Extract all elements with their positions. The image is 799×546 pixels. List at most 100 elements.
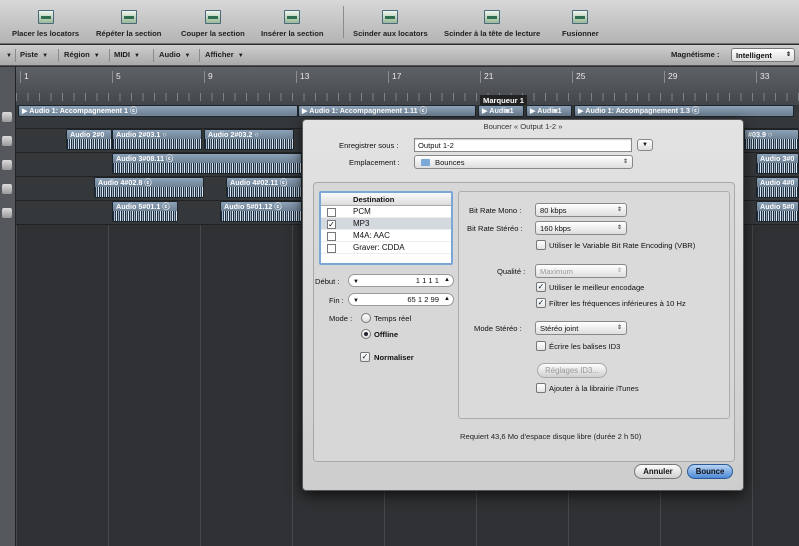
split-locators-button[interactable]: Scinder aux locators bbox=[353, 2, 428, 42]
menu-view[interactable]: Afficher ▼ bbox=[205, 50, 244, 59]
menu-separator bbox=[153, 49, 154, 62]
audio-region[interactable]: ▶ Audi◙1 bbox=[526, 105, 572, 117]
merge-button[interactable]: Fusionner bbox=[562, 2, 599, 42]
mode-realtime-radio[interactable] bbox=[361, 313, 371, 323]
audio-region[interactable]: Audio 2#03.1 ○ bbox=[112, 129, 202, 150]
destination-checkbox[interactable]: ✓ bbox=[327, 220, 336, 229]
bounce-button[interactable]: Bounce bbox=[687, 464, 733, 479]
audio-region[interactable]: ▶ Audio 1: Accompagnement 1 ⓒ bbox=[18, 105, 298, 117]
menu-region-label: Région bbox=[64, 50, 90, 59]
menu-track[interactable]: Piste ▼ bbox=[20, 50, 48, 59]
audio-region[interactable]: Audio 4#02.11 ⓒ bbox=[226, 177, 302, 198]
location-value: Bounces bbox=[435, 158, 465, 167]
region-name: Audio 2#0 bbox=[67, 130, 111, 139]
normalize-checkbox[interactable]: ✓ bbox=[360, 352, 370, 362]
waveform bbox=[205, 139, 293, 149]
cut-section-icon bbox=[204, 10, 221, 24]
itunes-checkbox[interactable] bbox=[536, 383, 546, 393]
end-position-field[interactable]: ▼ 65 1 2 99 ▲ bbox=[348, 293, 454, 306]
snap-select[interactable]: Intelligent ⇕ bbox=[731, 48, 795, 62]
chevron-down-icon: ▼ bbox=[353, 279, 359, 285]
destination-checkbox[interactable] bbox=[327, 244, 336, 253]
audio-region[interactable]: Audio 2#0 bbox=[66, 129, 112, 150]
split-playhead-button[interactable]: Scinder à la tête de lecture bbox=[444, 2, 540, 42]
bitrate-stereo-select[interactable]: 160 kbps ⇕ bbox=[535, 221, 627, 235]
track-header-strip bbox=[0, 67, 16, 546]
filter-low-freq-checkbox[interactable]: ✓ bbox=[536, 298, 546, 308]
repeat-section-button[interactable]: Répéter la section bbox=[96, 2, 161, 42]
waveform bbox=[757, 163, 798, 173]
waveform bbox=[67, 139, 111, 149]
location-label: Emplacement : bbox=[349, 158, 400, 167]
menu-separator bbox=[15, 49, 16, 62]
expand-save-dialog-button[interactable]: ▼ bbox=[637, 139, 653, 151]
menu-audio[interactable]: Audio ▼ bbox=[159, 50, 190, 59]
audio-region[interactable]: Audio 4#0 bbox=[756, 177, 799, 198]
bitrate-mono-label: Bit Rate Mono : bbox=[469, 206, 522, 215]
destination-name: M4A: AAC bbox=[353, 231, 390, 240]
ruler-ticks bbox=[16, 93, 799, 101]
audio-region[interactable]: Audio 4#02.8 ⓒ bbox=[94, 177, 204, 198]
audio-region[interactable]: #03.9 ○ bbox=[744, 129, 799, 150]
destination-row-m4a[interactable]: M4A: AAC bbox=[321, 230, 451, 242]
cut-section-button[interactable]: Couper la section bbox=[181, 2, 245, 42]
insert-section-label: Insérer la section bbox=[261, 29, 324, 38]
quality-select[interactable]: Maximum ⇕ bbox=[535, 264, 627, 278]
cut-section-label: Couper la section bbox=[181, 29, 245, 38]
repeat-section-label: Répéter la section bbox=[96, 29, 162, 38]
dialog-title: Bouncer « Output 1-2 » bbox=[483, 122, 563, 131]
set-locators-label: Placer les locators bbox=[12, 29, 80, 38]
start-position-field[interactable]: ▼ 1 1 1 1 ▲ bbox=[348, 274, 454, 287]
audio-region[interactable]: Audio 3#08.11 ⓒ bbox=[112, 153, 302, 174]
snap-value: Intelligent bbox=[736, 51, 772, 60]
vbr-checkbox[interactable] bbox=[536, 240, 546, 250]
id3-checkbox[interactable] bbox=[536, 341, 546, 351]
chevron-down-icon: ▼ bbox=[42, 53, 49, 59]
track-button[interactable] bbox=[2, 208, 12, 218]
destination-checkbox[interactable] bbox=[327, 232, 336, 241]
bar-ruler[interactable]: 1 5 9 13 17 21 25 29 33 bbox=[16, 67, 799, 105]
menu-leading-arrow[interactable]: ▼ bbox=[2, 50, 12, 59]
menu-view-label: Afficher bbox=[205, 50, 234, 59]
menu-region[interactable]: Région ▼ bbox=[64, 50, 100, 59]
region-name: ▶ Audio 1: Accompagnement 1 ⓒ bbox=[19, 106, 297, 115]
destination-row-mp3[interactable]: ✓ MP3 bbox=[321, 218, 451, 230]
chevron-down-icon: ▼ bbox=[642, 142, 648, 148]
audio-region[interactable]: Audio 3#0 bbox=[756, 153, 799, 174]
stereo-mode-select[interactable]: Stéréo joint ⇕ bbox=[535, 321, 627, 335]
end-label: Fin : bbox=[329, 296, 344, 305]
destination-checkbox[interactable] bbox=[327, 208, 336, 217]
mode-offline-radio[interactable] bbox=[361, 329, 371, 339]
menu-midi[interactable]: MIDI ▼ bbox=[114, 50, 140, 59]
audio-region[interactable]: Audio 5#01.12 ⓒ bbox=[220, 201, 302, 222]
bitrate-mono-value: 80 kbps bbox=[540, 206, 567, 215]
audio-region[interactable]: ▶ Audio 1: Accompagnement 1.3 ⓒ bbox=[574, 105, 794, 117]
region-name: Audio 4#02.11 ⓒ bbox=[227, 178, 301, 187]
bitrate-stereo-value: 160 kbps bbox=[540, 224, 571, 233]
audio-region[interactable]: ▶ Audi◙1 bbox=[478, 105, 524, 117]
destination-row-pcm[interactable]: PCM bbox=[321, 206, 451, 218]
track-button[interactable] bbox=[2, 136, 12, 146]
audio-region[interactable]: Audio 5#01.1 ⓒ bbox=[112, 201, 178, 222]
cancel-button[interactable]: Annuler bbox=[634, 464, 682, 479]
best-encoding-checkbox[interactable]: ✓ bbox=[536, 282, 546, 292]
chevron-down-icon: ▼ bbox=[237, 53, 244, 59]
best-encoding-label: Utiliser le meilleur encodage bbox=[549, 283, 645, 292]
stepper-icon: ▲ bbox=[444, 277, 450, 283]
id3-settings-button[interactable]: Réglages ID3... bbox=[537, 363, 607, 378]
region-name: Audio 2#03.1 ○ bbox=[113, 130, 201, 139]
bitrate-mono-select[interactable]: 80 kbps ⇕ bbox=[535, 203, 627, 217]
track-button[interactable] bbox=[2, 160, 12, 170]
save-as-field[interactable]: Output 1-2 bbox=[414, 138, 632, 152]
audio-region[interactable]: Audio 5#0 bbox=[756, 201, 799, 222]
track-button[interactable] bbox=[2, 112, 12, 122]
waveform bbox=[757, 211, 798, 221]
set-locators-button[interactable]: Placer les locators bbox=[12, 2, 79, 42]
audio-region[interactable]: ▶ Audio 1: Accompagnement 1.11 ⓒ bbox=[298, 105, 476, 117]
location-select[interactable]: Bounces ⇕ bbox=[414, 155, 633, 169]
insert-section-button[interactable]: Insérer la section bbox=[261, 2, 323, 42]
track-button[interactable] bbox=[2, 184, 12, 194]
waveform bbox=[113, 163, 301, 173]
audio-region[interactable]: Audio 2#03.2 ○ bbox=[204, 129, 294, 150]
destination-row-cdda[interactable]: Graver: CDDA bbox=[321, 242, 451, 254]
